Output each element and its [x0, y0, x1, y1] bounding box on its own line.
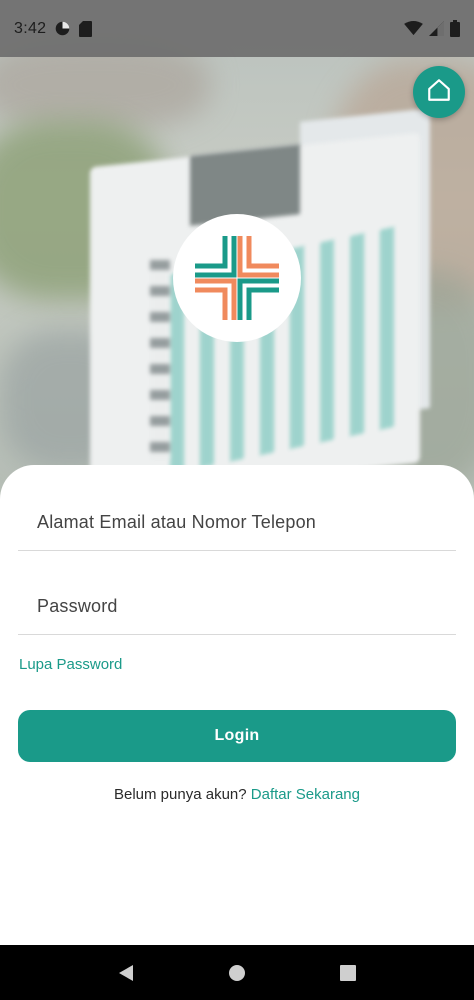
recents-square-icon: [340, 964, 357, 981]
password-field: [18, 579, 456, 635]
home-icon: [426, 77, 452, 108]
status-bar: 3:42: [0, 0, 474, 57]
forgot-password-link[interactable]: Lupa Password: [19, 656, 122, 673]
email-field: [18, 495, 456, 551]
email-input[interactable]: [37, 512, 456, 533]
cellular-signal-icon: [429, 21, 444, 36]
sd-card-icon: [79, 20, 93, 37]
home-button[interactable]: [413, 66, 465, 118]
login-button[interactable]: Login: [18, 710, 456, 762]
battery-icon: [450, 20, 460, 37]
wifi-icon: [404, 21, 423, 36]
hospital-logo: [173, 214, 301, 342]
nav-home-button[interactable]: [215, 951, 259, 995]
navigation-bar: [0, 945, 474, 1000]
signup-prompt: Belum punya akun?: [114, 786, 247, 803]
login-card: Lupa Password Login Belum punya akun? Da…: [0, 465, 474, 945]
signup-row: Belum punya akun? Daftar Sekarang: [0, 786, 474, 803]
data-saver-icon: [54, 20, 71, 37]
signup-link[interactable]: Daftar Sekarang: [251, 786, 360, 803]
nav-recents-button[interactable]: [326, 951, 370, 995]
status-time: 3:42: [14, 19, 47, 37]
password-input[interactable]: [37, 596, 456, 617]
back-triangle-icon: [118, 964, 133, 981]
nav-back-button[interactable]: [104, 951, 148, 995]
hospital-cross-logo: [195, 236, 279, 320]
home-circle-icon: [228, 964, 245, 981]
